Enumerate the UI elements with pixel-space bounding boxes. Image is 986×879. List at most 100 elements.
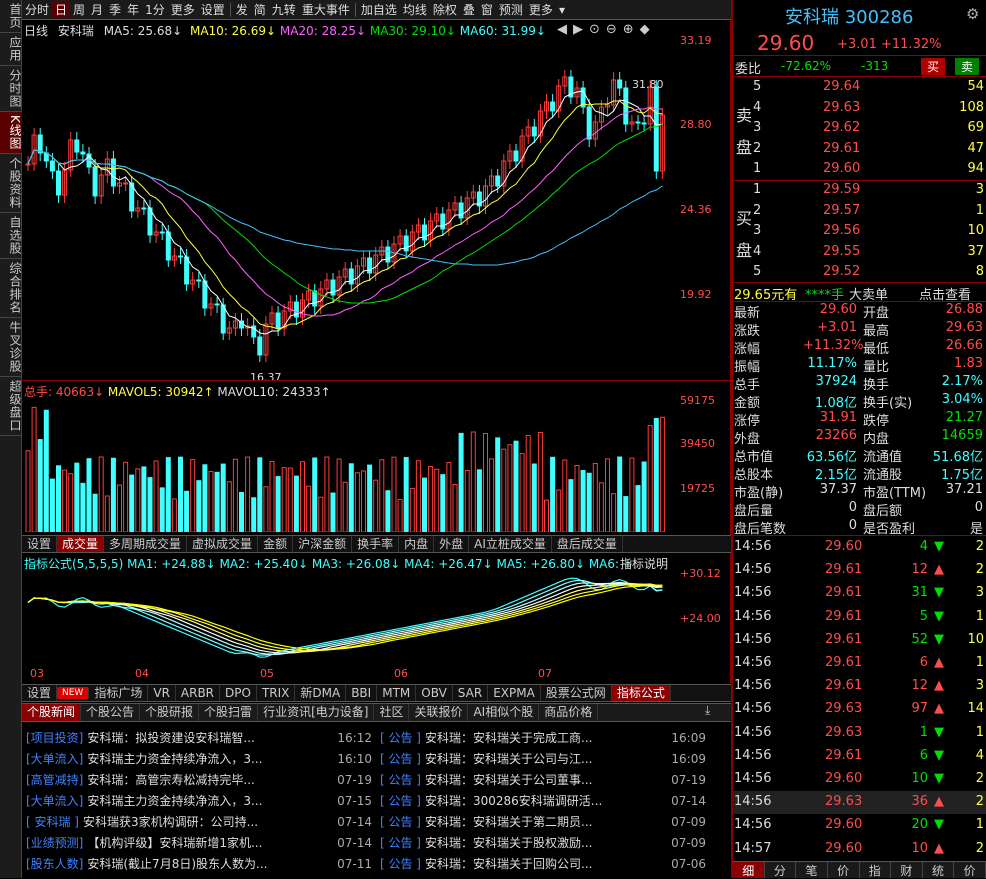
news-item[interactable]: [ 公告 ]安科瑞：安科瑞关于公司董事...07-19	[380, 770, 710, 791]
book-price[interactable]: 29.60	[823, 161, 860, 176]
left-tab-6[interactable]: 综合排名	[0, 259, 22, 318]
volume-panel[interactable]: 总手: 40663↓ MAVOL5: 30942↑ MAVOL10: 24333…	[22, 380, 731, 535]
toolbar-item-5[interactable]: 年	[124, 1, 142, 18]
right-tab-5[interactable]: 财	[891, 862, 923, 878]
news-title[interactable]: 安科瑞主力资金持续净流入，3...	[87, 794, 262, 808]
news-item[interactable]: [业绩预测]【机构评级】安科瑞新增1家机...07-14	[26, 833, 376, 854]
vol_tabs-0[interactable]: 设置	[22, 536, 57, 552]
news-title[interactable]: 安科瑞：安科瑞关于股权激励...	[425, 836, 592, 850]
ind_tabs-0[interactable]: 设置	[22, 685, 57, 701]
news-title[interactable]: 安科瑞：安科瑞关于公司与江...	[425, 752, 592, 766]
book-price[interactable]: 29.56	[823, 223, 860, 238]
news_tabs-8[interactable]: 商品价格	[539, 704, 598, 721]
left-tab-2[interactable]: 分时图	[0, 66, 22, 112]
toolbar-dropdown-icon[interactable]: ▾	[556, 3, 568, 17]
book-price[interactable]: 29.59	[823, 182, 860, 197]
ind_tabs-9[interactable]: MTM	[377, 685, 416, 701]
toolbar-item-19[interactable]: 更多	[526, 1, 556, 18]
news_tabs-2[interactable]: 个股研报	[140, 704, 199, 721]
news-item[interactable]: [ 公告 ]安科瑞：安科瑞关于第二期员...07-09	[380, 812, 710, 833]
vol_tabs-3[interactable]: 虚拟成交量	[187, 536, 258, 552]
sell-button[interactable]: 卖	[955, 58, 979, 75]
news-title[interactable]: 安科瑞：高管宗寿松减持完毕...	[87, 773, 254, 787]
kline-panel[interactable]: 日线 安科瑞 MA5: 25.68↓ MA10: 26.69↓ MA20: 28…	[22, 20, 731, 380]
left-tab-8[interactable]: 超级盘口	[0, 377, 22, 436]
vol_tabs-4[interactable]: 金额	[258, 536, 293, 552]
toolbar-item-9[interactable]: 发	[233, 1, 251, 18]
toolbar-item-8[interactable]: 设置	[198, 1, 228, 18]
toolbar-item-15[interactable]: 除权	[430, 1, 460, 18]
ind_tabs-4[interactable]: ARBR	[176, 685, 220, 701]
news-title[interactable]: 安科瑞：安科瑞关于回购公司...	[425, 857, 592, 871]
news_tabs-1[interactable]: 个股公告	[81, 704, 140, 721]
vol_tabs-6[interactable]: 换手率	[352, 536, 399, 552]
vol_tabs-10[interactable]: 盘后成交量	[552, 536, 623, 552]
chart-controls[interactable]: ◀▶⊙⊖⊕◆	[557, 22, 656, 37]
book-price[interactable]: 29.62	[823, 120, 860, 135]
right-tab-7[interactable]: 价	[954, 862, 986, 878]
right-tab-1[interactable]: 分	[765, 862, 797, 878]
ind_tabs-12[interactable]: EXPMA	[488, 685, 541, 701]
toolbar-item-2[interactable]: 周	[70, 1, 88, 18]
news-title[interactable]: 安科瑞：300286安科瑞调研活...	[425, 794, 602, 808]
news-title[interactable]: 【机构评级】安科瑞新增1家机...	[87, 836, 262, 850]
toolbar-item-10[interactable]: 简	[251, 1, 269, 18]
news-item[interactable]: [ 公告 ]安科瑞：300286安科瑞调研活...07-14	[380, 791, 710, 812]
book-price[interactable]: 29.57	[823, 203, 860, 218]
ind_tabs-10[interactable]: OBV	[416, 685, 453, 701]
left-tab-7[interactable]: 牛叉诊股	[0, 318, 22, 377]
right-tab-2[interactable]: 笔	[796, 862, 828, 878]
news-item[interactable]: [股东人数]安科瑞(截止7月8日)股东人数为...07-11	[26, 854, 376, 875]
download-icon[interactable]: ⤓	[705, 703, 710, 718]
news-item[interactable]: [项目投资]安科瑞：拟投资建设安科瑞智...16:12	[26, 728, 376, 749]
gear-icon[interactable]: ⚙	[966, 5, 979, 23]
news-item[interactable]: [ 安科瑞 ]安科瑞获3家机构调研：公司持...07-14	[26, 812, 376, 833]
vol_tabs-9[interactable]: AI立桩成交量	[469, 536, 552, 552]
news_tabs-5[interactable]: 社区	[374, 704, 409, 721]
book-price[interactable]: 29.61	[823, 141, 860, 156]
ind_tabs-13[interactable]: 股票公式网	[541, 685, 612, 701]
book-price[interactable]: 29.63	[823, 100, 860, 115]
ind_tabs-7[interactable]: 新DMA	[295, 685, 346, 701]
vol_tabs-7[interactable]: 内盘	[399, 536, 434, 552]
ind_tabs-5[interactable]: DPO	[220, 685, 257, 701]
news_tabs-3[interactable]: 个股扫雷	[199, 704, 258, 721]
vol_tabs-5[interactable]: 沪深金额	[293, 536, 352, 552]
news_tabs-4[interactable]: 行业资讯[电力设备]	[258, 704, 374, 721]
toolbar-item-11[interactable]: 九转	[269, 1, 299, 18]
indicator-help[interactable]: 指标说明	[620, 555, 668, 572]
toolbar-item-17[interactable]: 窗	[478, 1, 496, 18]
news-item[interactable]: [ 公告 ]安科瑞：安科瑞关于股权激励...07-09	[380, 833, 710, 854]
news-item[interactable]: [大单流入]安科瑞主力资金持续净流入，3...16:10	[26, 749, 376, 770]
vol_tabs-1[interactable]: 成交量	[57, 536, 104, 552]
book-price[interactable]: 29.52	[823, 264, 860, 279]
news_tabs-7[interactable]: AI相似个股	[468, 704, 539, 721]
indicator-panel[interactable]: 指标公式(5,5,5,5) MA1: +24.88↓ MA2: +25.40↓ …	[22, 553, 731, 683]
right-tab-6[interactable]: 统	[923, 862, 955, 878]
big-order-row[interactable]: 29.65元有 ****手 大卖单 点击查看	[733, 283, 986, 302]
toolbar-item-3[interactable]: 月	[88, 1, 106, 18]
news-title[interactable]: 安科瑞：安科瑞关于公司董事...	[425, 773, 592, 787]
book-price[interactable]: 29.64	[823, 79, 860, 94]
vol_tabs-2[interactable]: 多周期成交量	[104, 536, 187, 552]
news-title[interactable]: 安科瑞：拟投资建设安科瑞智...	[87, 731, 254, 745]
left-tab-1[interactable]: 应用	[0, 33, 22, 66]
left-tab-3[interactable]: K线图	[0, 112, 22, 154]
toolbar-item-4[interactable]: 季	[106, 1, 124, 18]
book-price[interactable]: 29.55	[823, 244, 860, 259]
buy-button[interactable]: 买	[921, 58, 945, 75]
toolbar-item-6[interactable]: 1分	[142, 1, 168, 18]
toolbar-item-18[interactable]: 预测	[496, 1, 526, 18]
news-title[interactable]: 安科瑞：安科瑞关于完成工商...	[425, 731, 592, 745]
news-item[interactable]: [ 公告 ]安科瑞：安科瑞关于完成工商...16:09	[380, 728, 710, 749]
left-tab-5[interactable]: 自选股	[0, 213, 22, 259]
toolbar-item-7[interactable]: 更多	[168, 1, 198, 18]
ind_tabs-11[interactable]: SAR	[453, 685, 488, 701]
bigorder-link[interactable]: 点击查看	[919, 284, 971, 303]
news-title[interactable]: 安科瑞：安科瑞关于第二期员...	[425, 815, 592, 829]
news_tabs-0[interactable]: 个股新闻	[22, 704, 81, 721]
toolbar-item-16[interactable]: 叠	[460, 1, 478, 18]
ind_tabs-1[interactable]: NEW	[57, 687, 89, 699]
news-title[interactable]: 安科瑞主力资金持续净流入，3...	[87, 752, 262, 766]
right-tab-0[interactable]: 细	[733, 862, 765, 878]
